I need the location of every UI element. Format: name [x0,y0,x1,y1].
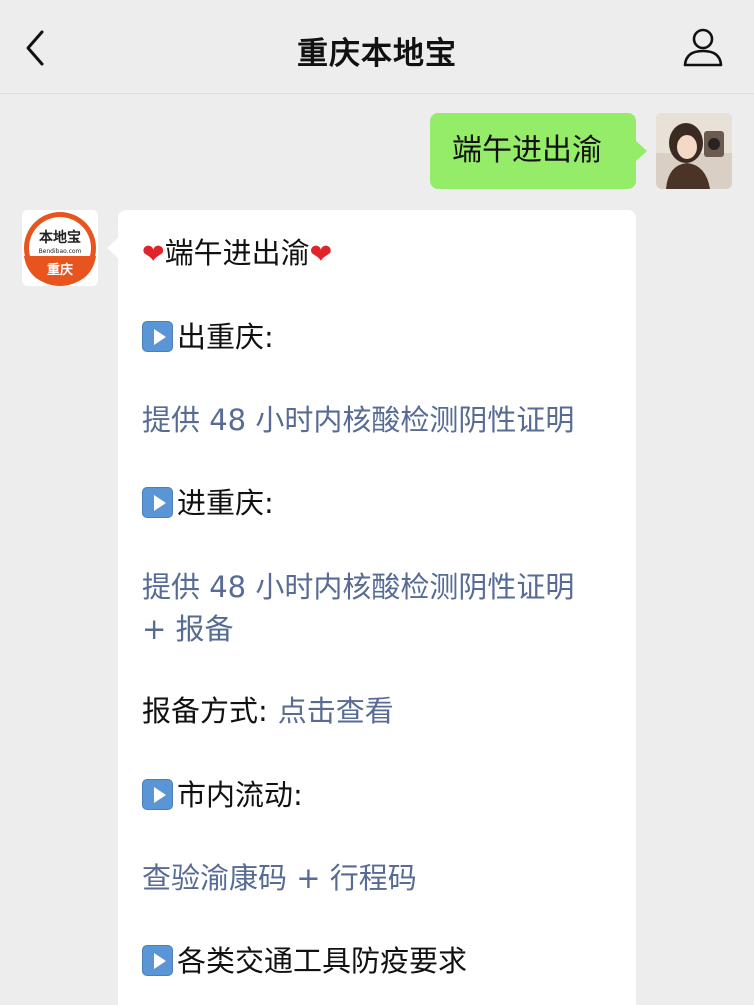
section-body: 查验渝康码 + 行程码 [142,861,417,895]
page-title: 重庆本地宝 [297,36,457,72]
section-body: 提供 48 小时内核酸检测阴性证明 [142,403,575,437]
play-icon [142,779,173,810]
view-details-link[interactable]: 点击查看 [278,694,394,728]
section-body: 提供 48 小时内核酸检测阴性证明 [142,570,575,604]
bot-avatar[interactable]: 本地宝 Bendibao.com 重庆 [22,210,98,286]
my-avatar[interactable] [656,113,732,189]
section-heading: 市内流动: [142,772,303,814]
reply-title: ❤端午进出渝❤ [142,236,333,270]
bot-message-bubble[interactable]: ❤端午进出渝❤ 出重庆: 提供 48 小时内核酸检测阴性证明 进重庆: 提供 4… [107,210,636,1005]
section-heading: 出重庆: [142,314,274,356]
my-message-text: 端午进出渝 [452,133,602,168]
logo-main-text: 本地宝 [39,229,81,246]
logo-city-text: 重庆 [47,262,73,278]
top-bar: 重庆本地宝 [0,0,754,94]
heart-icon: ❤ [309,239,333,270]
play-icon [142,487,173,518]
person-icon[interactable] [682,26,724,68]
section-heading: 各类交通工具防疫要求 [142,938,467,980]
my-message-bubble[interactable]: 端午进出渝 [430,113,647,189]
logo-sub-text: Bendibao.com [39,248,82,255]
bendibao-logo: 本地宝 Bendibao.com 重庆 [22,210,98,286]
section-body: + 报备 [142,612,234,646]
section-heading: 进重庆: [142,480,274,522]
play-icon [142,321,173,352]
report-method-label: 报备方式: [142,694,268,728]
report-method-row: 报备方式: 点击查看 [142,688,394,730]
heart-icon: ❤ [142,239,165,270]
play-icon [142,945,173,976]
user-photo [656,113,732,189]
